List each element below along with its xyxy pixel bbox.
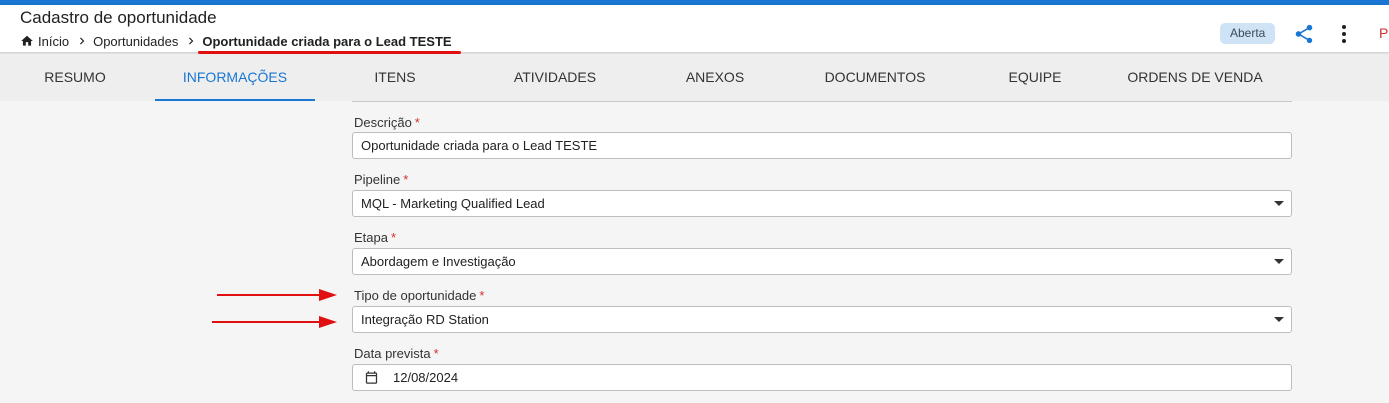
tipo-oportunidade-select-value: Integração RD Station [361,312,489,327]
pipeline-label: Pipeline * [354,172,408,187]
breadcrumb-current: Oportunidade criada para o Lead TESTE [202,33,452,49]
data-prevista-input[interactable]: 12/08/2024 [352,364,1292,391]
descricao-label-text: Descrição [354,115,412,130]
breadcrumb: Início Oportunidades Oportunidade criada… [20,32,452,50]
data-prevista-label-text: Data prevista [354,346,431,361]
annotation-arrow [212,316,337,328]
tipo-oportunidade-select[interactable]: Integração RD Station [352,306,1292,333]
breadcrumb-oportunidades[interactable]: Oportunidades [93,34,178,49]
descricao-label: Descrição * [354,115,420,130]
pipeline-select-value: MQL - Marketing Qualified Lead [361,196,545,211]
tab-documentos[interactable]: DOCUMENTOS [795,54,955,101]
etapa-label: Etapa * [354,230,396,245]
breadcrumb-home[interactable]: Início [20,34,69,49]
caret-down-icon [1274,201,1284,206]
form-content: Descrição * Oportunidade criada para o Le… [0,101,1389,403]
tab-itens[interactable]: ITENS [315,54,475,101]
tab-informacoes[interactable]: INFORMAÇÕES [155,54,315,101]
tipo-oportunidade-label: Tipo de oportunidade * [354,288,484,303]
pipeline-select[interactable]: MQL - Marketing Qualified Lead [352,190,1292,217]
required-marker: * [433,346,439,361]
tipo-oportunidade-label-text: Tipo de oportunidade [354,288,477,303]
chevron-right-icon [80,37,85,45]
required-marker: * [414,115,420,130]
caret-down-icon [1274,317,1284,322]
status-badge: Aberta [1220,23,1276,44]
etapa-select-value: Abordagem e Investigação [361,254,516,269]
required-marker: * [403,172,409,187]
breadcrumb-home-label: Início [38,33,70,49]
chevron-right-icon [189,37,194,45]
share-icon[interactable] [1293,22,1315,46]
more-vertical-icon[interactable] [1337,23,1351,45]
annotation-arrow [217,289,337,301]
tab-equipe[interactable]: EQUIPE [955,54,1115,101]
data-prevista-value: 12/08/2024 [393,370,459,385]
caret-down-icon [1274,259,1284,264]
section-divider [352,101,1292,102]
required-marker: * [390,230,397,245]
data-prevista-label: Data prevista * [354,346,439,361]
truncated-action-label[interactable]: P [1379,25,1388,41]
tab-bar: RESUMO INFORMAÇÕES ITENS ATIVIDADES ANEX… [0,54,1389,101]
tab-ordens-de-venda[interactable]: ORDENS DE VENDA [1115,54,1275,101]
calendar-icon[interactable] [364,370,379,385]
tab-resumo[interactable]: RESUMO [0,54,150,101]
page-header: Cadastro de oportunidade Início Oportuni… [0,5,1389,54]
page-title: Cadastro de oportunidade [20,8,217,27]
home-icon [21,35,33,46]
tab-atividades[interactable]: ATIVIDADES [475,54,635,101]
required-marker: * [479,288,485,303]
etapa-label-text: Etapa [354,230,388,245]
etapa-select[interactable]: Abordagem e Investigação [352,248,1292,275]
descricao-input[interactable]: Oportunidade criada para o Lead TESTE [352,132,1292,159]
pipeline-label-text: Pipeline [354,172,401,187]
tab-anexos[interactable]: ANEXOS [635,54,795,101]
